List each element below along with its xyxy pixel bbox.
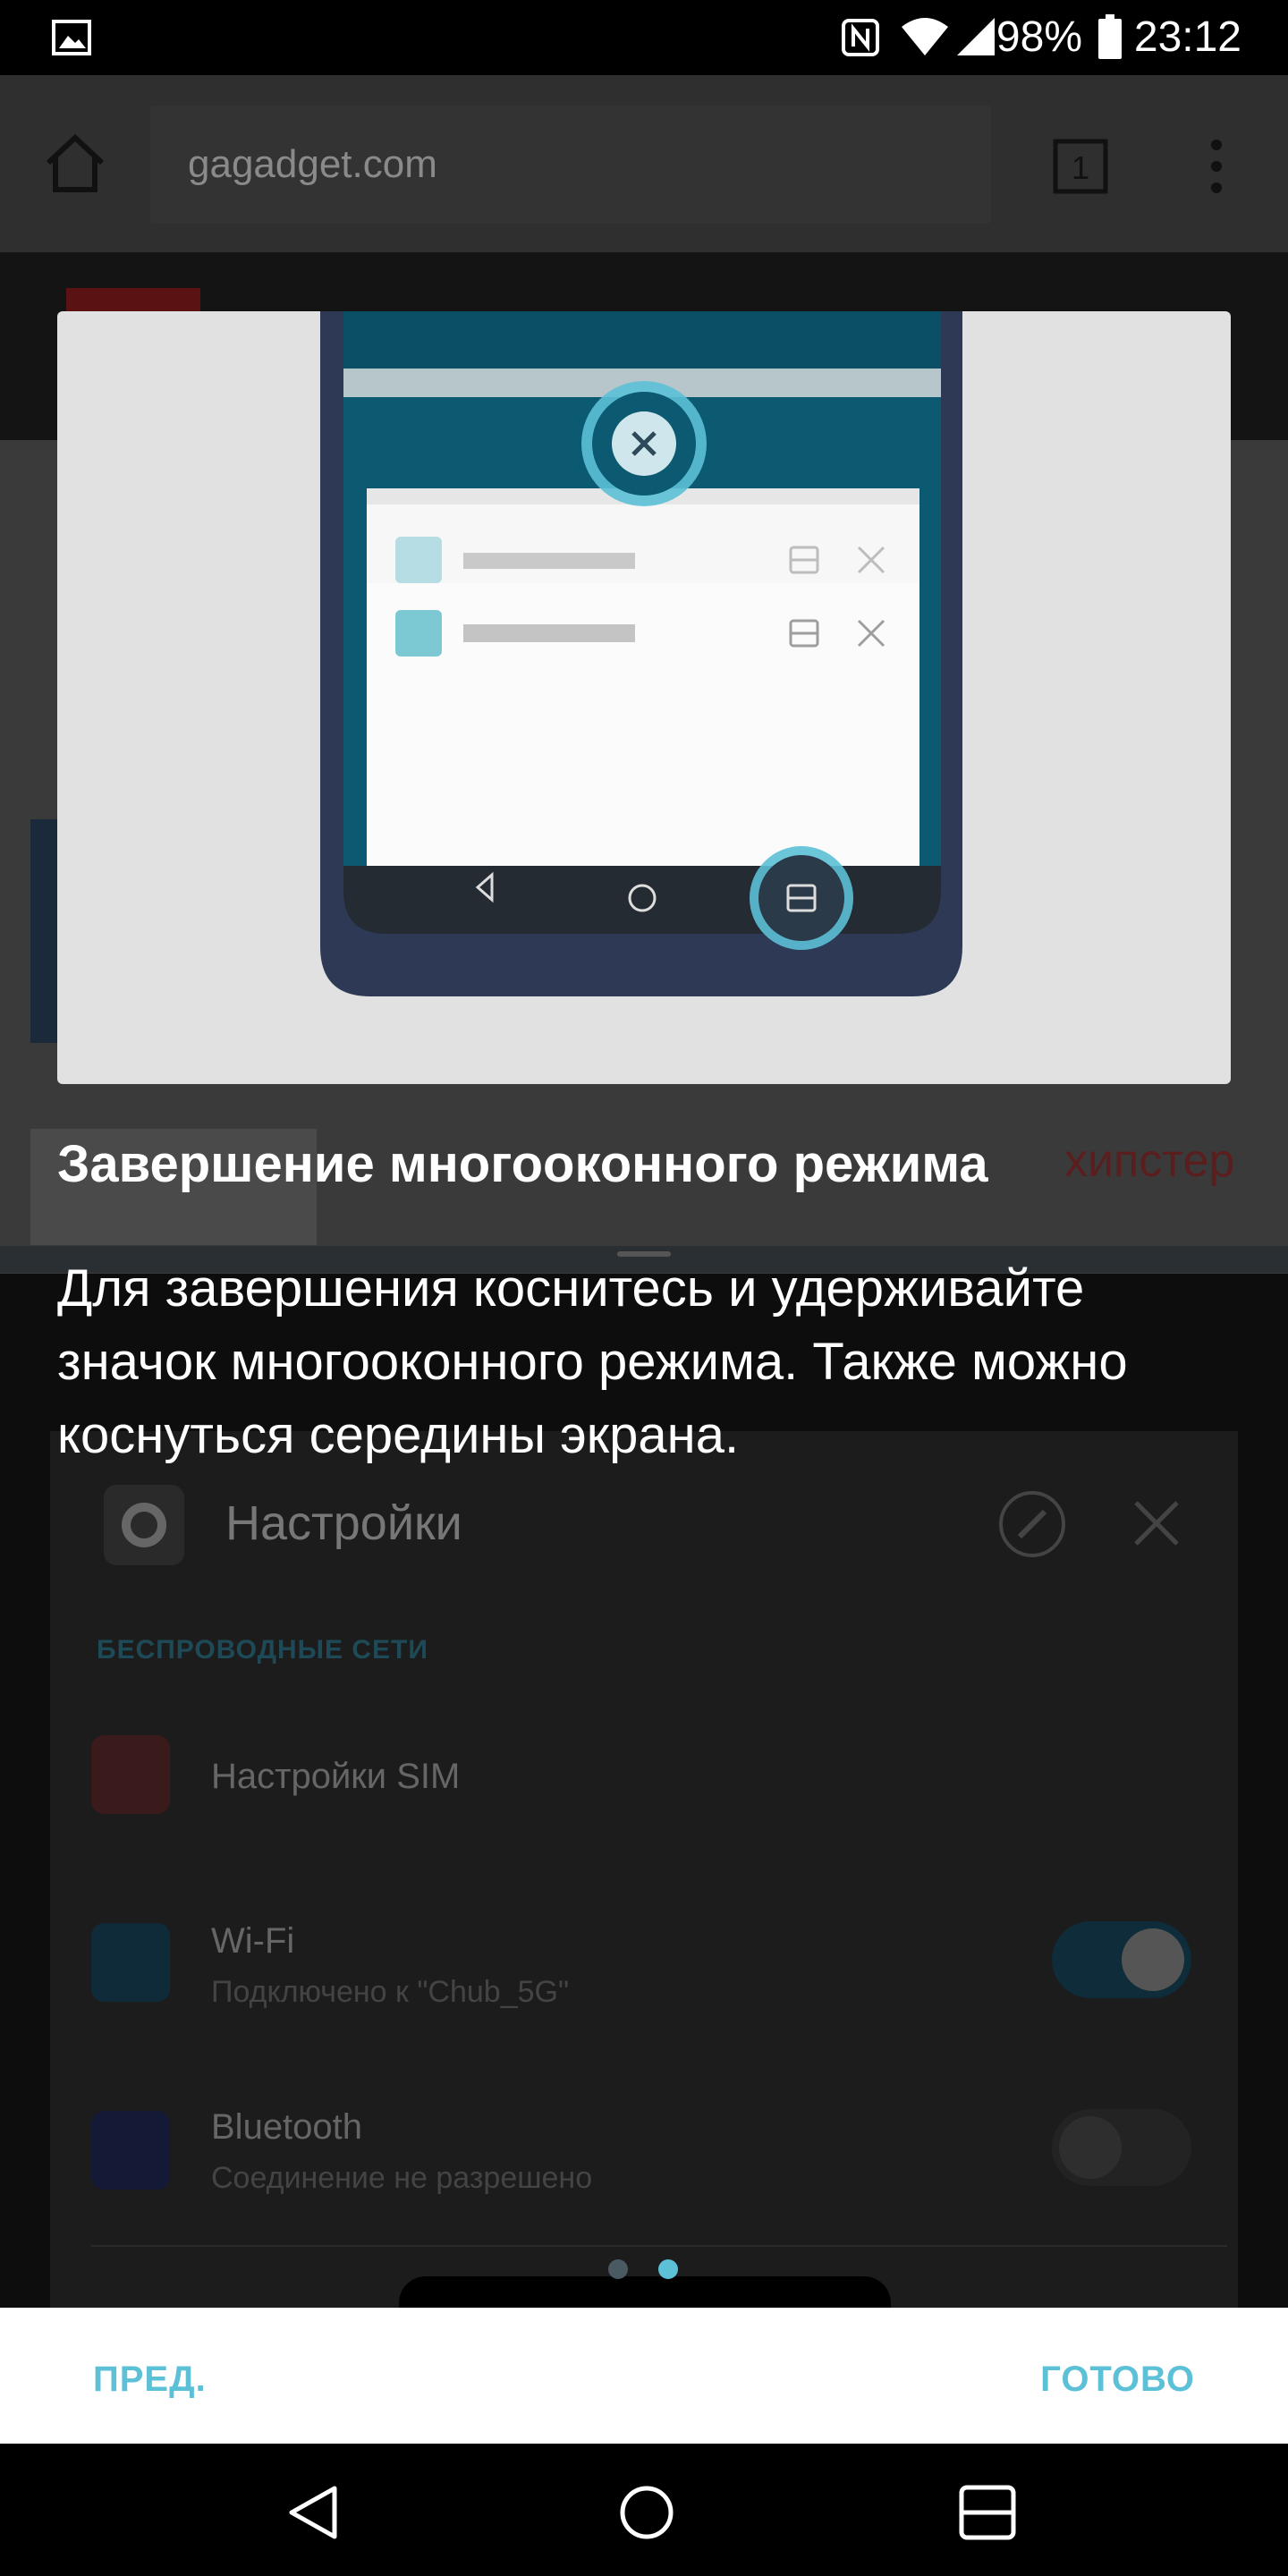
- image-notification-icon: [52, 20, 91, 55]
- done-button[interactable]: ГОТОВО: [1040, 2360, 1195, 2400]
- wifi-icon: [902, 18, 948, 55]
- overflow-menu-icon: [1211, 140, 1222, 193]
- home-icon[interactable]: [619, 2485, 674, 2540]
- battery-icon: [1098, 14, 1122, 59]
- page-dot-2-active: [658, 2259, 678, 2279]
- settings-gear-icon: [104, 1485, 184, 1565]
- wifi-toggle: [1052, 1921, 1191, 1998]
- cell-signal-icon: [957, 18, 995, 55]
- battery-percent: 98%: [996, 13, 1082, 61]
- bluetooth-toggle: [1052, 2109, 1191, 2186]
- home-icon: [46, 133, 105, 192]
- tab-switcher-icon: 1: [1053, 139, 1108, 194]
- status-bar: 98% 23:12: [0, 0, 1288, 75]
- settings-item-bluetooth-status: Соединение не разрешено: [211, 2161, 593, 2195]
- page-dot-1: [608, 2259, 628, 2279]
- tab-count: 1: [1072, 149, 1089, 186]
- sim-icon: [91, 1735, 170, 1814]
- settings-item-bluetooth: Bluetooth: [211, 2107, 363, 2147]
- tutorial-description: Для завершения коснитесь и удерживайте з…: [57, 1259, 1128, 1464]
- tutorial-illustration: [57, 311, 1231, 1084]
- divider: [91, 2245, 1227, 2247]
- recents-icon[interactable]: [959, 2485, 1016, 2540]
- system-nav-bar: [0, 2444, 1288, 2576]
- settings-section-header: БЕСПРОВОДНЫЕ СЕТИ: [97, 1635, 428, 1665]
- url-bar: gagadget.com: [150, 106, 991, 224]
- settings-item-wifi: Wi-Fi: [211, 1921, 295, 1961]
- tutorial-title: Завершение многооконного режима: [57, 1135, 988, 1193]
- bluetooth-icon: [91, 2111, 170, 2190]
- pin-icon: [999, 1491, 1065, 1557]
- prev-button[interactable]: ПРЕД.: [93, 2360, 207, 2400]
- settings-item-wifi-status: Подключено к "Chub_5G": [211, 1975, 570, 2009]
- nfc-icon: [842, 19, 879, 56]
- settings-title: Настройки: [225, 1496, 462, 1550]
- close-window-icon: [1134, 1501, 1179, 1546]
- article-title-snippet: хипстер: [1064, 1135, 1235, 1187]
- clock: 23:12: [1133, 13, 1241, 61]
- settings-item-sim: Настройки SIM: [211, 1757, 461, 1796]
- back-icon[interactable]: [286, 2485, 340, 2540]
- wifi-settings-icon: [91, 1923, 170, 2002]
